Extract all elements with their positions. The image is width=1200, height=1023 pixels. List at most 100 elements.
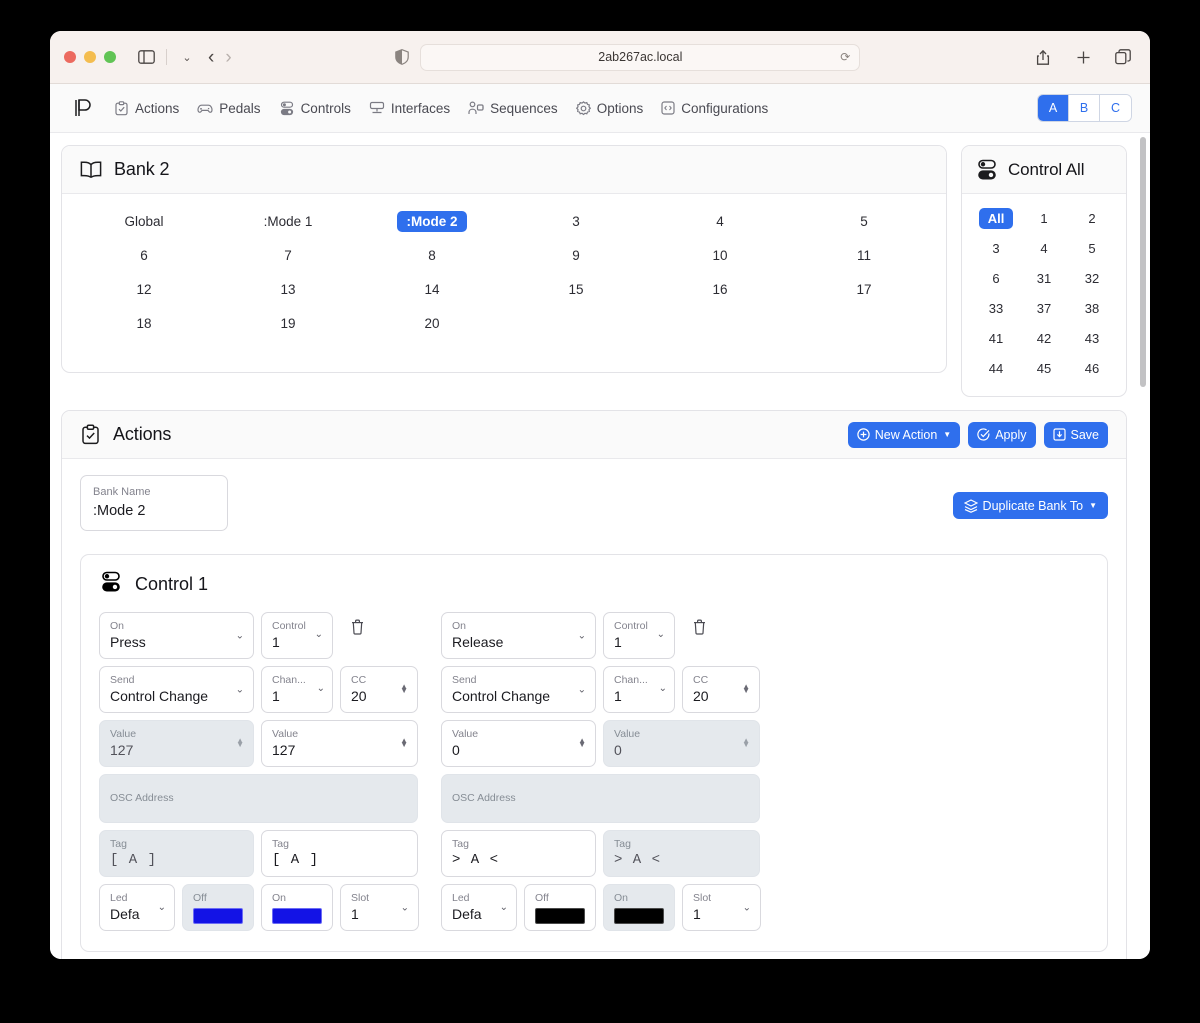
close-window-button[interactable] bbox=[64, 51, 76, 63]
bank-cell[interactable]: 11 bbox=[792, 242, 936, 269]
stepper-icon[interactable]: ▲ ▼ bbox=[742, 682, 750, 695]
page-scrollbar[interactable] bbox=[1140, 137, 1146, 387]
control-all-cell[interactable]: 32 bbox=[1068, 266, 1116, 290]
reload-icon[interactable]: ⟳ bbox=[840, 50, 850, 64]
on-select[interactable]: On Release ⌄ bbox=[441, 612, 596, 659]
control-all-cell[interactable]: 33 bbox=[972, 296, 1020, 320]
chevron-down-icon[interactable]: ⌄ bbox=[317, 683, 325, 694]
nav-item-options[interactable]: Options bbox=[575, 101, 643, 116]
control-select[interactable]: Control 1 ⌄ bbox=[261, 612, 333, 659]
control-all-cell[interactable]: 6 bbox=[972, 266, 1020, 290]
bank-name-input[interactable]: Bank Name :Mode 2 bbox=[80, 475, 228, 531]
tag-input-a[interactable]: Tag > A < bbox=[441, 830, 596, 877]
bank-cell[interactable]: Global bbox=[72, 208, 216, 235]
bank-cell[interactable]: 15 bbox=[504, 276, 648, 303]
nav-item-controls[interactable]: Controls bbox=[279, 101, 351, 116]
plus-icon[interactable] bbox=[1070, 44, 1096, 70]
chevron-down-icon[interactable]: ⌄ bbox=[578, 630, 586, 641]
control-all-cell[interactable]: 43 bbox=[1068, 326, 1116, 350]
control-all-cell[interactable]: 4 bbox=[1020, 236, 1068, 260]
chevron-down-icon[interactable]: ⌄ bbox=[174, 44, 200, 70]
save-button[interactable]: Save bbox=[1043, 421, 1108, 448]
chevron-down-icon[interactable]: ⌄ bbox=[401, 902, 409, 913]
led-select[interactable]: Led Defa ⌄ bbox=[99, 884, 175, 931]
led-off-color-swatch[interactable] bbox=[535, 908, 585, 924]
nav-item-actions[interactable]: Actions bbox=[114, 101, 179, 116]
led-select[interactable]: Led Defa ⌄ bbox=[441, 884, 517, 931]
on-select[interactable]: On Press ⌄ bbox=[99, 612, 254, 659]
control-all-cell[interactable]: 38 bbox=[1068, 296, 1116, 320]
stepper-icon[interactable]: ▲ ▼ bbox=[400, 736, 408, 749]
trash-icon[interactable] bbox=[340, 612, 374, 659]
cc-input[interactable]: CC 20 ▲ ▼ bbox=[682, 666, 760, 713]
bank-cell[interactable]: 12 bbox=[72, 276, 216, 303]
led-off-color-swatch[interactable] bbox=[193, 908, 243, 924]
control-select[interactable]: Control 1 ⌄ bbox=[603, 612, 675, 659]
bank-cell[interactable]: :Mode 1 bbox=[216, 208, 360, 235]
chevron-down-icon[interactable]: ⌄ bbox=[236, 630, 244, 641]
bank-cell[interactable]: 8 bbox=[360, 242, 504, 269]
control-all-cell[interactable]: 3 bbox=[972, 236, 1020, 260]
control-all-cell[interactable]: 37 bbox=[1020, 296, 1068, 320]
nav-item-interfaces[interactable]: Interfaces bbox=[369, 101, 450, 116]
bank-cell[interactable]: 13 bbox=[216, 276, 360, 303]
chevron-down-icon[interactable]: ⌄ bbox=[500, 902, 508, 913]
bank-cell[interactable]: 14 bbox=[360, 276, 504, 303]
control-all-cell[interactable]: All bbox=[972, 206, 1020, 230]
nav-item-pedals[interactable]: Pedals bbox=[197, 101, 261, 116]
bank-cell[interactable]: 4 bbox=[648, 208, 792, 235]
stepper-icon[interactable]: ▲ ▼ bbox=[236, 736, 244, 749]
bank-cell[interactable]: 6 bbox=[72, 242, 216, 269]
maximize-window-button[interactable] bbox=[104, 51, 116, 63]
bank-cell[interactable]: 20 bbox=[360, 310, 504, 337]
nav-item-sequences[interactable]: Sequences bbox=[468, 101, 558, 116]
nav-item-configurations[interactable]: Configurations bbox=[661, 101, 768, 116]
trash-icon[interactable] bbox=[682, 612, 716, 659]
control-all-cell[interactable]: 41 bbox=[972, 326, 1020, 350]
led-on-color-swatch[interactable] bbox=[614, 908, 664, 924]
bank-cell[interactable]: :Mode 2 bbox=[360, 208, 504, 235]
control-all-cell[interactable]: 44 bbox=[972, 356, 1020, 380]
bank-cell[interactable]: 5 bbox=[792, 208, 936, 235]
stepper-icon[interactable]: ▲ ▼ bbox=[742, 736, 750, 749]
send-select[interactable]: Send Control Change ⌄ bbox=[441, 666, 596, 713]
bank-cell[interactable]: 18 bbox=[72, 310, 216, 337]
abc-option-b[interactable]: B bbox=[1069, 95, 1100, 121]
back-arrow-icon[interactable]: ‹ bbox=[208, 48, 214, 67]
send-select[interactable]: Send Control Change ⌄ bbox=[99, 666, 254, 713]
value-input-a[interactable]: Value 0 ▲ ▼ bbox=[441, 720, 596, 767]
osc-address-input[interactable]: OSC Address bbox=[99, 774, 418, 823]
led-off-color[interactable]: Off bbox=[182, 884, 254, 931]
led-off-color[interactable]: Off bbox=[524, 884, 596, 931]
chevron-down-icon[interactable]: ⌄ bbox=[657, 629, 665, 640]
tag-input-a[interactable]: Tag[ A ] bbox=[99, 830, 254, 877]
control-all-cell[interactable]: 42 bbox=[1020, 326, 1068, 350]
shield-icon[interactable] bbox=[395, 49, 410, 65]
value-input-b[interactable]: Value 127 ▲ ▼ bbox=[261, 720, 418, 767]
led-on-color[interactable]: On bbox=[603, 884, 675, 931]
value-input-b[interactable]: Value 0 ▲ ▼ bbox=[603, 720, 760, 767]
tag-input-b[interactable]: Tag[ A ] bbox=[261, 830, 418, 877]
value-input-a[interactable]: Value 127 ▲ ▼ bbox=[99, 720, 254, 767]
control-all-cell[interactable]: 1 bbox=[1020, 206, 1068, 230]
stepper-icon[interactable]: ▲ ▼ bbox=[400, 682, 408, 695]
control-all-cell[interactable]: 2 bbox=[1068, 206, 1116, 230]
led-on-color[interactable]: On bbox=[261, 884, 333, 931]
abc-option-a[interactable]: A bbox=[1038, 95, 1069, 121]
chevron-down-icon[interactable]: ⌄ bbox=[659, 683, 667, 694]
slot-select[interactable]: Slot 1 ⌄ bbox=[340, 884, 419, 931]
bank-cell[interactable]: 3 bbox=[504, 208, 648, 235]
bank-cell[interactable]: 10 bbox=[648, 242, 792, 269]
share-icon[interactable] bbox=[1030, 44, 1056, 70]
bank-cell[interactable]: 17 bbox=[792, 276, 936, 303]
control-all-cell[interactable]: 46 bbox=[1068, 356, 1116, 380]
apply-button[interactable]: Apply bbox=[968, 421, 1036, 448]
address-bar[interactable]: 2ab267ac.local ⟳ bbox=[420, 43, 861, 71]
bank-cell[interactable]: 16 bbox=[648, 276, 792, 303]
slot-select[interactable]: Slot 1 ⌄ bbox=[682, 884, 761, 931]
bank-cell[interactable]: 7 bbox=[216, 242, 360, 269]
channel-select[interactable]: Chan... 1 ⌄ bbox=[603, 666, 675, 713]
osc-address-input[interactable]: OSC Address bbox=[441, 774, 760, 823]
chevron-down-icon[interactable]: ⌄ bbox=[158, 902, 166, 913]
abc-option-c[interactable]: C bbox=[1100, 95, 1131, 121]
